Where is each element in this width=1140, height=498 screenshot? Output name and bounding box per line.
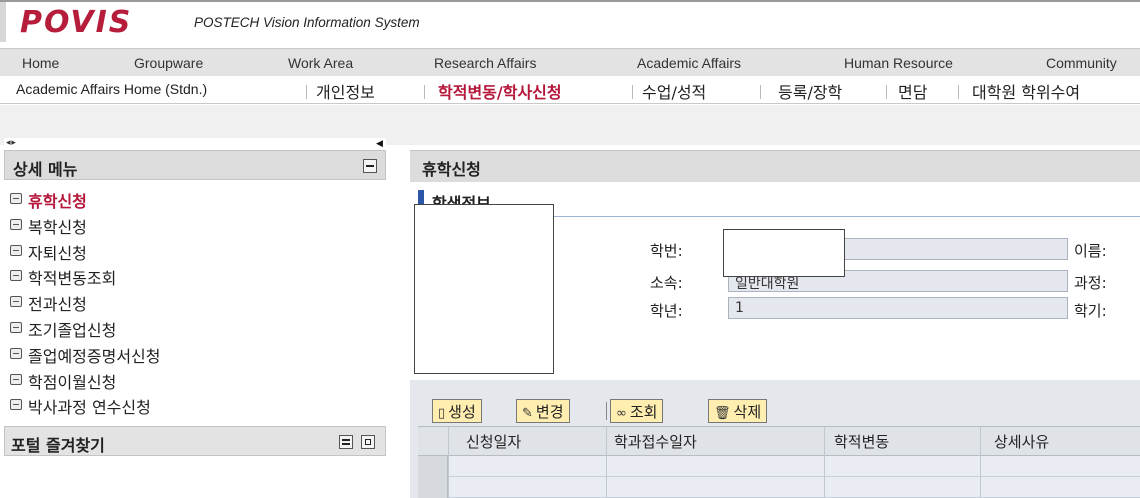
- toolbar-separator: [606, 402, 607, 420]
- menu-item-phd-training[interactable]: 박사과정 연수신청: [4, 392, 386, 418]
- content-header: 휴학신청: [410, 150, 1140, 182]
- menu-item-label: 전과신청: [28, 295, 87, 315]
- collapse-panel-arrow-icon[interactable]: ◀: [376, 139, 383, 149]
- menu-item-status-change-inquiry[interactable]: 학적변동조회: [4, 263, 386, 289]
- portal-favorites-title: 포털 즐겨찾기: [11, 436, 105, 455]
- menu-item-label: 졸업예정증명서신청: [28, 346, 161, 366]
- program-label: 과정:: [1074, 274, 1107, 292]
- top-navigation: Home Groupware Work Area Research Affair…: [0, 48, 1140, 76]
- subnav-personal-info[interactable]: 개인정보: [316, 79, 375, 103]
- table-row[interactable]: [448, 456, 1140, 477]
- table-header: 신청일자 학과접수일자 학적변동 상세사유: [418, 426, 1140, 456]
- year-field: 1: [728, 297, 1068, 319]
- column-header-detail-reason[interactable]: 상세사유: [994, 431, 1049, 452]
- menu-item-leave-application[interactable]: 휴학신청: [4, 186, 386, 212]
- menu-bullet-icon: [10, 399, 22, 411]
- edit-favorites-icon[interactable]: [339, 435, 353, 449]
- topnav-human-resource[interactable]: Human Resource: [844, 55, 953, 71]
- subnav-separator: [886, 85, 887, 99]
- year-label: 학년:: [650, 302, 683, 320]
- detail-menu-title: 상세 메뉴: [13, 160, 78, 179]
- topnav-home[interactable]: Home: [22, 55, 59, 71]
- povis-logo[interactable]: POVIS: [20, 6, 132, 40]
- column-divider: [824, 426, 825, 498]
- row-selector-column[interactable]: [418, 456, 448, 498]
- page-title: 휴학신청: [422, 160, 481, 179]
- menu-bullet-icon: [10, 270, 22, 282]
- menu-bullet-icon: [10, 244, 22, 256]
- search-button[interactable]: ∞ 조회: [610, 399, 664, 423]
- topnav-work-area[interactable]: Work Area: [288, 55, 353, 71]
- change-button-label: 변경: [535, 403, 564, 421]
- column-divider: [980, 426, 981, 498]
- menu-bullet-icon: [10, 347, 22, 359]
- menu-item-withdrawal-application[interactable]: 자퇴신청: [4, 238, 386, 264]
- menu-item-early-graduation[interactable]: 조기졸업신청: [4, 315, 386, 341]
- detail-menu-header: 상세 메뉴: [4, 150, 386, 180]
- sub-navigation: Academic Affairs Home (Stdn.) 개인정보 학적변동/…: [0, 76, 1140, 104]
- subnav-graduate-degree[interactable]: 대학원 학위수여: [972, 79, 1080, 103]
- topnav-research-affairs[interactable]: Research Affairs: [434, 55, 536, 71]
- menu-item-transfer-application[interactable]: 전과신청: [4, 289, 386, 315]
- column-header-department-received-date[interactable]: 학과접수일자: [614, 431, 697, 452]
- subnav-consultation[interactable]: 면담: [898, 79, 927, 103]
- glasses-icon: ∞: [616, 406, 627, 421]
- delete-button-label: 삭제: [733, 403, 762, 421]
- collapse-menu-icon[interactable]: [363, 159, 377, 173]
- subnav-separator: [424, 85, 425, 99]
- menu-bullet-icon: [10, 218, 22, 230]
- trash-icon: 🗑: [714, 406, 731, 421]
- menu-bullet-icon: [10, 296, 22, 308]
- column-header-status-change[interactable]: 학적변동: [834, 431, 889, 452]
- create-button[interactable]: ▯ 생성: [432, 399, 482, 423]
- header: POVIS POSTECH Vision Information System: [0, 2, 1140, 42]
- subnav-separator: [632, 85, 633, 99]
- portal-favorites-header: 포털 즐겨찾기: [4, 426, 386, 456]
- system-subtitle: POSTECH Vision Information System: [194, 15, 420, 30]
- semester-label: 학기:: [1074, 302, 1107, 320]
- topnav-community[interactable]: Community: [1046, 55, 1117, 71]
- subnav-courses-grades[interactable]: 수업/성적: [642, 79, 706, 103]
- menu-item-label: 자퇴신청: [28, 243, 87, 263]
- subnav-academic-change[interactable]: 학적변동/학사신청: [438, 79, 562, 103]
- panel-scroll-controls[interactable]: ◂ ▸: [6, 138, 16, 148]
- menu-bullet-icon: [10, 193, 22, 204]
- redacted-photo-area: [414, 204, 554, 374]
- redacted-student-id: [723, 229, 845, 277]
- change-button[interactable]: ✎ 변경: [516, 399, 570, 423]
- menu-item-credit-carryover[interactable]: 학점이월신청: [4, 367, 386, 393]
- new-document-icon: ▯: [438, 406, 446, 421]
- menu-item-return-application[interactable]: 복학신청: [4, 212, 386, 238]
- subnav-separator: [958, 85, 959, 99]
- topnav-groupware[interactable]: Groupware: [134, 55, 203, 71]
- detail-menu-list: 휴학신청 복학신청 자퇴신청 학적변동조회 전과신청 조기졸업신청 졸업예정증명…: [4, 186, 386, 418]
- create-button-label: 생성: [448, 403, 476, 421]
- affiliation-label: 소속:: [650, 274, 683, 292]
- menu-item-expected-graduation-certificate[interactable]: 졸업예정증명서신청: [4, 341, 386, 367]
- menu-item-label: 복학신청: [28, 217, 87, 237]
- search-button-label: 조회: [629, 403, 658, 421]
- menu-item-label: 학적변동조회: [28, 269, 117, 289]
- name-label: 이름:: [1074, 242, 1107, 260]
- subnav-separator: [306, 85, 307, 99]
- application-table: 신청일자 학과접수일자 학적변동 상세사유: [418, 426, 1140, 498]
- subnav-registration-scholarship[interactable]: 등록/장학: [778, 79, 842, 103]
- delete-button[interactable]: 🗑 삭제: [708, 399, 768, 423]
- column-divider: [606, 426, 607, 498]
- topnav-academic-affairs[interactable]: Academic Affairs: [637, 55, 741, 71]
- menu-bullet-icon: [10, 321, 22, 333]
- table-row[interactable]: [448, 477, 1140, 498]
- menu-bullet-icon: [10, 373, 22, 385]
- column-divider: [448, 426, 449, 498]
- menu-item-label: 조기졸업신청: [28, 320, 117, 340]
- subnav-academic-home[interactable]: Academic Affairs Home (Stdn.): [16, 81, 207, 97]
- student-id-label: 학번:: [650, 242, 683, 260]
- pencil-icon: ✎: [522, 406, 533, 421]
- menu-item-label: 휴학신청: [28, 192, 87, 211]
- menu-item-label: 박사과정 연수신청: [28, 398, 151, 418]
- menu-item-label: 학점이월신청: [28, 372, 117, 392]
- column-header-application-date[interactable]: 신청일자: [466, 431, 521, 452]
- maximize-icon[interactable]: [361, 435, 375, 449]
- subnav-separator: [760, 85, 761, 99]
